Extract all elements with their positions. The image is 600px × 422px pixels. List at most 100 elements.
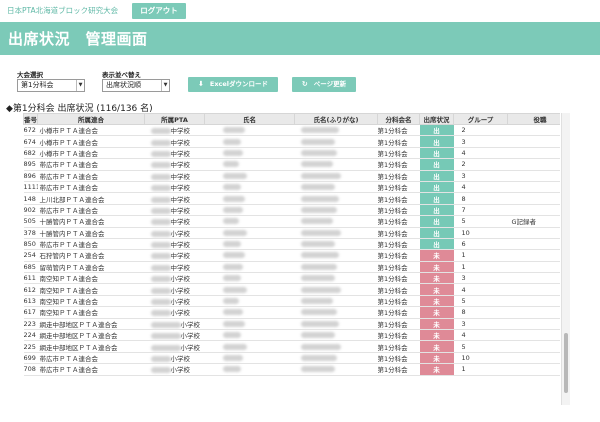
table-row[interactable]: 685 留萌管内ＰＴＡ連合会 中学校 第1分科会未 1 (23, 261, 560, 274)
header-number[interactable]: 番号 (23, 113, 38, 125)
table-scrollbar[interactable] (561, 113, 570, 405)
attendance-table-container[interactable]: 番号 所属連合 所属PTA 氏名 氏名(ふりがな) 分科会名 出席状況 グループ… (23, 113, 560, 405)
table-row[interactable]: 225 網走中部地区ＰＴＡ連合会 小学校 第1分科会未 5 (23, 340, 560, 353)
cell-furigana (294, 192, 378, 205)
cell-role (507, 318, 560, 331)
cell-pta: 中学校 (144, 238, 205, 251)
table-row[interactable]: 672 小樽市ＰＴＡ連合会 中学校 第1分科会出 2 (23, 124, 560, 137)
cell-name (204, 181, 295, 194)
cell-session: 第1分科会 (377, 147, 420, 160)
refresh-button[interactable]: ↻ ページ更新 (292, 77, 356, 92)
cell-pta: 小学校 (144, 318, 205, 331)
redacted-text (300, 366, 335, 373)
table-row[interactable]: 611 南空知ＰＴＡ連合会 小学校 第1分科会未 3 (23, 272, 560, 285)
redacted-text (300, 229, 341, 236)
cell-furigana (294, 329, 378, 342)
redacted-text (150, 287, 171, 294)
cell-role (507, 363, 560, 376)
cell-furigana (294, 181, 378, 194)
cell-number: 850 (23, 238, 38, 251)
cell-pta: 小学校 (144, 283, 205, 296)
redacted-text (222, 206, 243, 213)
cell-pta: 小学校 (144, 306, 205, 319)
header-pta[interactable]: 所属PTA (144, 113, 205, 125)
redacted-text (300, 252, 339, 259)
cell-group: 6 (453, 238, 508, 251)
table-row[interactable]: 617 南空知ＰＴＡ連合会 小学校 第1分科会未 8 (23, 306, 560, 319)
cell-group: 5 (453, 215, 508, 228)
cell-pta: 小学校 (144, 340, 205, 353)
table-row[interactable]: 699 帯広市ＰＴＡ連合会 小学校 第1分科会未 10 (23, 352, 560, 365)
header-furigana[interactable]: 氏名(ふりがな) (294, 113, 378, 125)
cell-pta-text: 中学校 (170, 252, 191, 261)
redacted-text (150, 299, 171, 306)
table-row[interactable]: 148 上川北部ＰＴＡ連合会 中学校 第1分科会出 8 (23, 192, 560, 205)
attendance-table: 番号 所属連合 所属PTA 氏名 氏名(ふりがな) 分科会名 出席状況 グループ… (23, 113, 560, 376)
redacted-text (222, 184, 241, 191)
redacted-text (222, 263, 243, 270)
cell-furigana (294, 272, 378, 285)
header-session[interactable]: 分科会名 (377, 113, 420, 125)
cell-group: 4 (453, 283, 508, 296)
table-row[interactable]: 613 南空知ＰＴＡ連合会 小学校 第1分科会未 5 (23, 295, 560, 308)
table-row[interactable]: 708 帯広市ＰＴＡ連合会 小学校 第1分科会未 1 (23, 363, 560, 376)
cell-role (507, 249, 560, 262)
header-union[interactable]: 所属連合 (37, 113, 145, 125)
table-row[interactable]: 1111帯広市ＰＴＡ連合会 中学校 第1分科会出4 (23, 181, 560, 194)
excel-download-button[interactable]: ⬇ Excelダウンロード (188, 77, 278, 92)
cell-session: 第1分科会 (377, 295, 420, 308)
cell-status: 出 (419, 170, 454, 182)
cell-session: 第1分科会 (377, 135, 420, 148)
redacted-text (150, 276, 171, 283)
cell-group: 2 (453, 158, 508, 171)
table-row[interactable]: 902 帯広市ＰＴＡ連合会 中学校 第1分科会出 7 (23, 204, 560, 217)
cell-name (204, 318, 295, 331)
cell-number: 254 (23, 249, 38, 262)
cell-name (204, 170, 295, 182)
order-select[interactable]: 出席状況順 ▼ (102, 79, 170, 92)
table-row[interactable]: 378 十勝管内ＰＴＡ連合会 小学校 第1分科会出 10 (23, 227, 560, 239)
table-row[interactable]: 224 網走中部地区ＰＴＡ連合会 小学校 第1分科会未 4 (23, 329, 560, 342)
redacted-text (300, 138, 335, 145)
table-row[interactable]: 612 南空知ＰＴＡ連合会 小学校 第1分科会未 4 (23, 283, 560, 296)
table-row[interactable]: 895 帯広市ＰＴＡ連合会 中学校 第1分科会出 2 (23, 158, 560, 171)
cell-number: 378 (23, 227, 38, 239)
meeting-select-value: 第1分科会 (21, 81, 54, 89)
redacted-text (300, 309, 337, 316)
cell-pta: 中学校 (144, 249, 205, 262)
cell-status: 未 (419, 329, 454, 342)
redacted-text (222, 149, 243, 156)
cell-furigana (294, 295, 378, 308)
header-name[interactable]: 氏名 (204, 113, 295, 125)
cell-name (204, 204, 295, 217)
scrollbar-thumb[interactable] (564, 333, 568, 393)
cell-session: 第1分科会 (377, 124, 420, 137)
header-group[interactable]: グループ (453, 113, 508, 125)
header-role[interactable]: 役職 (507, 113, 560, 125)
cell-session: 第1分科会 (377, 181, 420, 194)
logout-button[interactable]: ログアウト (132, 3, 186, 19)
cell-role (507, 238, 560, 251)
cell-name (204, 306, 295, 319)
cell-pta: 小学校 (144, 329, 205, 342)
cell-status: 未 (419, 283, 454, 296)
cell-furigana (294, 170, 378, 182)
cell-name (204, 363, 295, 376)
table-row[interactable]: 850 帯広市ＰＴＡ連合会 中学校 第1分科会出 6 (23, 238, 560, 251)
table-row[interactable]: 254 石狩管内ＰＴＡ連合会 中学校 第1分科会未 1 (23, 249, 560, 262)
cell-session: 第1分科会 (377, 238, 420, 251)
cell-union: 小樽市ＰＴＡ連合会 (37, 124, 145, 137)
table-row[interactable]: 505 十勝管内ＰＴＡ連合会 中学校 第1分科会出 5 G記録者 (23, 215, 560, 228)
cell-group: 3 (453, 272, 508, 285)
cell-number: 672 (23, 124, 38, 137)
table-row[interactable]: 674 小樽市ＰＴＡ連合会 中学校 第1分科会出 3 (23, 135, 560, 148)
redacted-text (150, 253, 171, 260)
header-status[interactable]: 出席状況 (419, 113, 454, 125)
table-row[interactable]: 896 帯広市ＰＴＡ連合会 中学校 第1分科会出 3 (23, 170, 560, 182)
redacted-text (222, 275, 241, 282)
cell-number: 895 (23, 158, 38, 171)
meeting-select[interactable]: 第1分科会 ▼ (17, 79, 85, 92)
table-row[interactable]: 682 小樽市ＰＴＡ連合会 中学校 第1分科会出 4 (23, 147, 560, 160)
table-row[interactable]: 223 網走中部地区ＰＴＡ連合会 小学校 第1分科会未 3 (23, 318, 560, 331)
cell-furigana (294, 124, 378, 137)
